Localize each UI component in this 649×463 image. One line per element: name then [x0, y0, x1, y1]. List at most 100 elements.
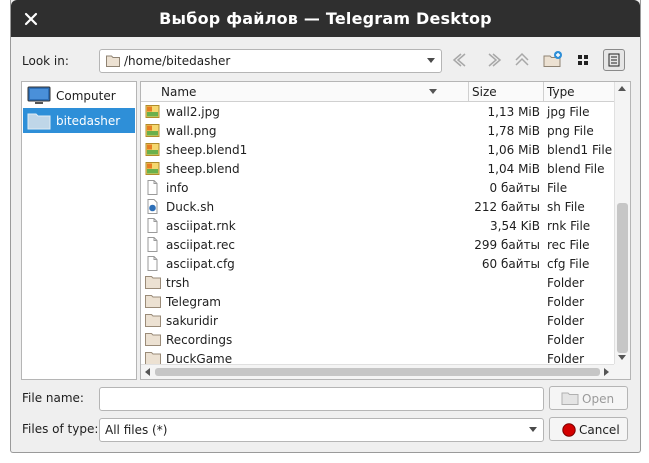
file-icon	[145, 180, 160, 198]
file-size-cell: 299 байты	[474, 238, 540, 252]
title-bar: Выбор файлов — Telegram Desktop	[11, 0, 640, 37]
open-button[interactable]: Open	[549, 386, 628, 410]
column-header-name[interactable]: Name	[161, 85, 196, 99]
sidebar-item-bitedasher[interactable]: bitedasher	[23, 108, 135, 133]
file-name-cell: Duck.sh	[166, 200, 215, 214]
parent-directory-button[interactable]	[511, 49, 533, 71]
file-name-cell: info	[166, 181, 189, 195]
file-row[interactable]: Duck.sh 212 байты sh File	[141, 197, 614, 216]
file-row[interactable]: asciipat.rnk 3,54 KiB rnk File	[141, 216, 614, 235]
file-icon	[145, 237, 160, 255]
file-row[interactable]: info 0 байты File	[141, 178, 614, 197]
file-type-cell: jpg File	[547, 105, 590, 119]
sidebar-item-computer[interactable]: Computer	[23, 83, 135, 108]
sidebar-item-label: Computer	[56, 89, 116, 103]
horizontal-scrollbar-thumb[interactable]	[155, 368, 600, 376]
file-type-cell: Folder	[547, 276, 585, 290]
chevron-down-icon	[427, 58, 435, 63]
file-row[interactable]: sheep.blend1 1,06 MiB blend1 File	[141, 140, 614, 159]
computer-icon	[27, 86, 51, 109]
open-folder-icon	[561, 391, 579, 409]
scroll-left-icon[interactable]	[145, 368, 150, 376]
file-name-cell: Recordings	[166, 333, 233, 347]
file-row[interactable]: Telegram Folder	[141, 292, 614, 311]
file-type-cell: rec File	[547, 238, 590, 252]
file-name-cell: trsh	[166, 276, 190, 290]
folder-icon	[145, 275, 161, 292]
look-in-combobox[interactable]: /home/bitedasher	[99, 49, 442, 73]
file-type-cell: sh File	[547, 200, 585, 214]
chevron-down-icon	[529, 427, 537, 432]
sort-descending-icon	[429, 89, 437, 94]
file-name-cell: sheep.blend	[166, 162, 240, 176]
file-size-cell: 1,78 MiB	[487, 124, 540, 138]
file-dialog-window: Выбор файлов — Telegram Desktop Look in:…	[10, 0, 641, 453]
file-row[interactable]: sakuridir Folder	[141, 311, 614, 330]
files-of-type-select[interactable]: All files (*)	[99, 418, 544, 442]
file-name-cell: wall.png	[166, 124, 217, 138]
list-view-icon	[578, 55, 588, 65]
file-name-cell: wall2.jpg	[166, 105, 220, 119]
file-name-cell: asciipat.cfg	[166, 257, 235, 271]
files-of-type-value: All files (*)	[105, 423, 168, 437]
scroll-up-icon[interactable]	[618, 86, 626, 91]
image-file-icon	[145, 123, 160, 141]
file-row[interactable]: asciipat.cfg 60 байты cfg File	[141, 254, 614, 273]
file-list-view[interactable]: Name Size Type wall2.jpg 1,13 MiB jpg File…	[140, 81, 631, 380]
file-name-input[interactable]	[99, 387, 544, 411]
file-row[interactable]: Recordings Folder	[141, 330, 614, 349]
file-type-cell: cfg File	[547, 257, 590, 271]
folder-icon	[145, 294, 161, 311]
image-file-icon	[145, 104, 160, 122]
file-size-cell: 1,13 MiB	[487, 105, 540, 119]
vertical-scrollbar-thumb[interactable]	[617, 203, 628, 353]
file-name-cell: sheep.blend1	[166, 143, 248, 157]
file-size-cell: 212 байты	[474, 200, 540, 214]
file-type-cell: Folder	[547, 333, 585, 347]
parent-directory-icon	[515, 52, 529, 66]
file-name-cell: asciipat.rnk	[166, 219, 236, 233]
open-button-label: Open	[582, 392, 615, 406]
file-row[interactable]: wall.png 1,78 MiB png File	[141, 121, 614, 140]
file-icon	[145, 256, 160, 274]
back-icon	[452, 53, 466, 67]
cancel-icon	[562, 423, 576, 440]
file-row[interactable]: sheep.blend 1,04 MiB blend File	[141, 159, 614, 178]
file-type-cell: blend File	[547, 162, 605, 176]
file-list-header: Name Size Type	[141, 82, 614, 102]
window-title: Выбор файлов — Telegram Desktop	[159, 9, 492, 28]
files-of-type-label: Files of type:	[22, 422, 99, 436]
column-divider[interactable]	[543, 82, 544, 101]
cancel-button-label: Cancel	[579, 423, 620, 437]
column-header-type[interactable]: Type	[547, 85, 575, 99]
file-row[interactable]: wall2.jpg 1,13 MiB jpg File	[141, 102, 614, 121]
file-size-cell: 60 байты	[481, 257, 540, 271]
folder-icon	[145, 313, 161, 330]
image-file-icon	[145, 161, 160, 179]
file-name-cell: Telegram	[166, 295, 221, 309]
file-type-cell: Folder	[547, 314, 585, 328]
file-row[interactable]: trsh Folder	[141, 273, 614, 292]
file-name-cell: sakuridir	[166, 314, 218, 328]
list-view-button[interactable]	[572, 49, 594, 71]
detail-view-button[interactable]	[603, 49, 625, 71]
file-size-cell: 0 байты	[489, 181, 540, 195]
scroll-right-icon[interactable]	[604, 368, 609, 376]
column-header-size[interactable]: Size	[472, 85, 497, 99]
look-in-label: Look in:	[22, 54, 69, 68]
cancel-button[interactable]: Cancel	[549, 417, 628, 441]
vertical-scrollbar[interactable]	[614, 82, 630, 364]
forward-button[interactable]	[481, 49, 503, 71]
file-row[interactable]: asciipat.rec 299 байты rec File	[141, 235, 614, 254]
file-type-cell: File	[547, 181, 568, 195]
new-folder-button[interactable]	[541, 49, 563, 71]
horizontal-scrollbar[interactable]	[141, 364, 614, 379]
back-button[interactable]	[451, 49, 473, 71]
scroll-down-icon[interactable]	[618, 355, 626, 360]
column-divider[interactable]	[468, 82, 469, 101]
file-name-cell: asciipat.rec	[166, 238, 236, 252]
detail-view-icon	[608, 53, 620, 67]
new-folder-icon	[543, 51, 562, 67]
folder-icon	[145, 332, 161, 349]
image-file-icon	[145, 142, 160, 160]
